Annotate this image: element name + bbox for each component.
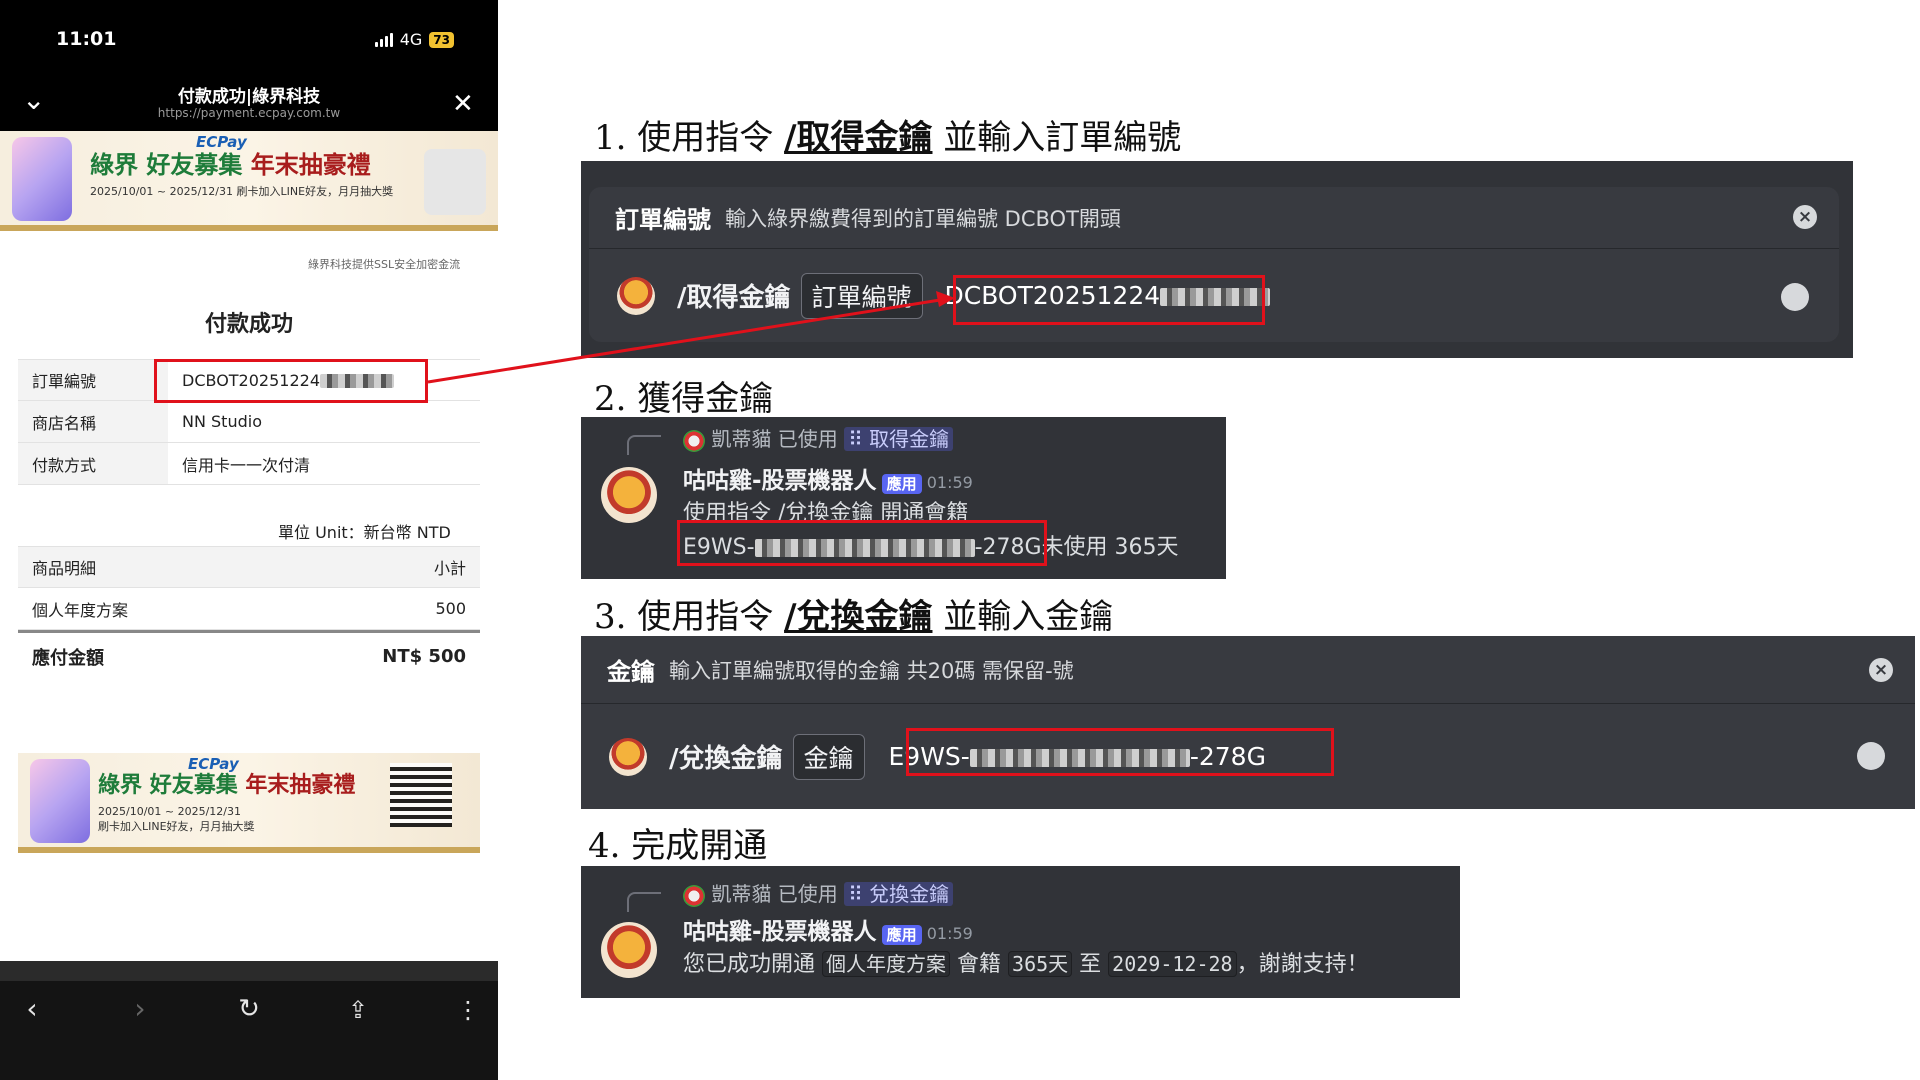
pointer-arrow [427,291,955,384]
arrow-line [427,298,941,384]
arrow-head [936,291,955,307]
